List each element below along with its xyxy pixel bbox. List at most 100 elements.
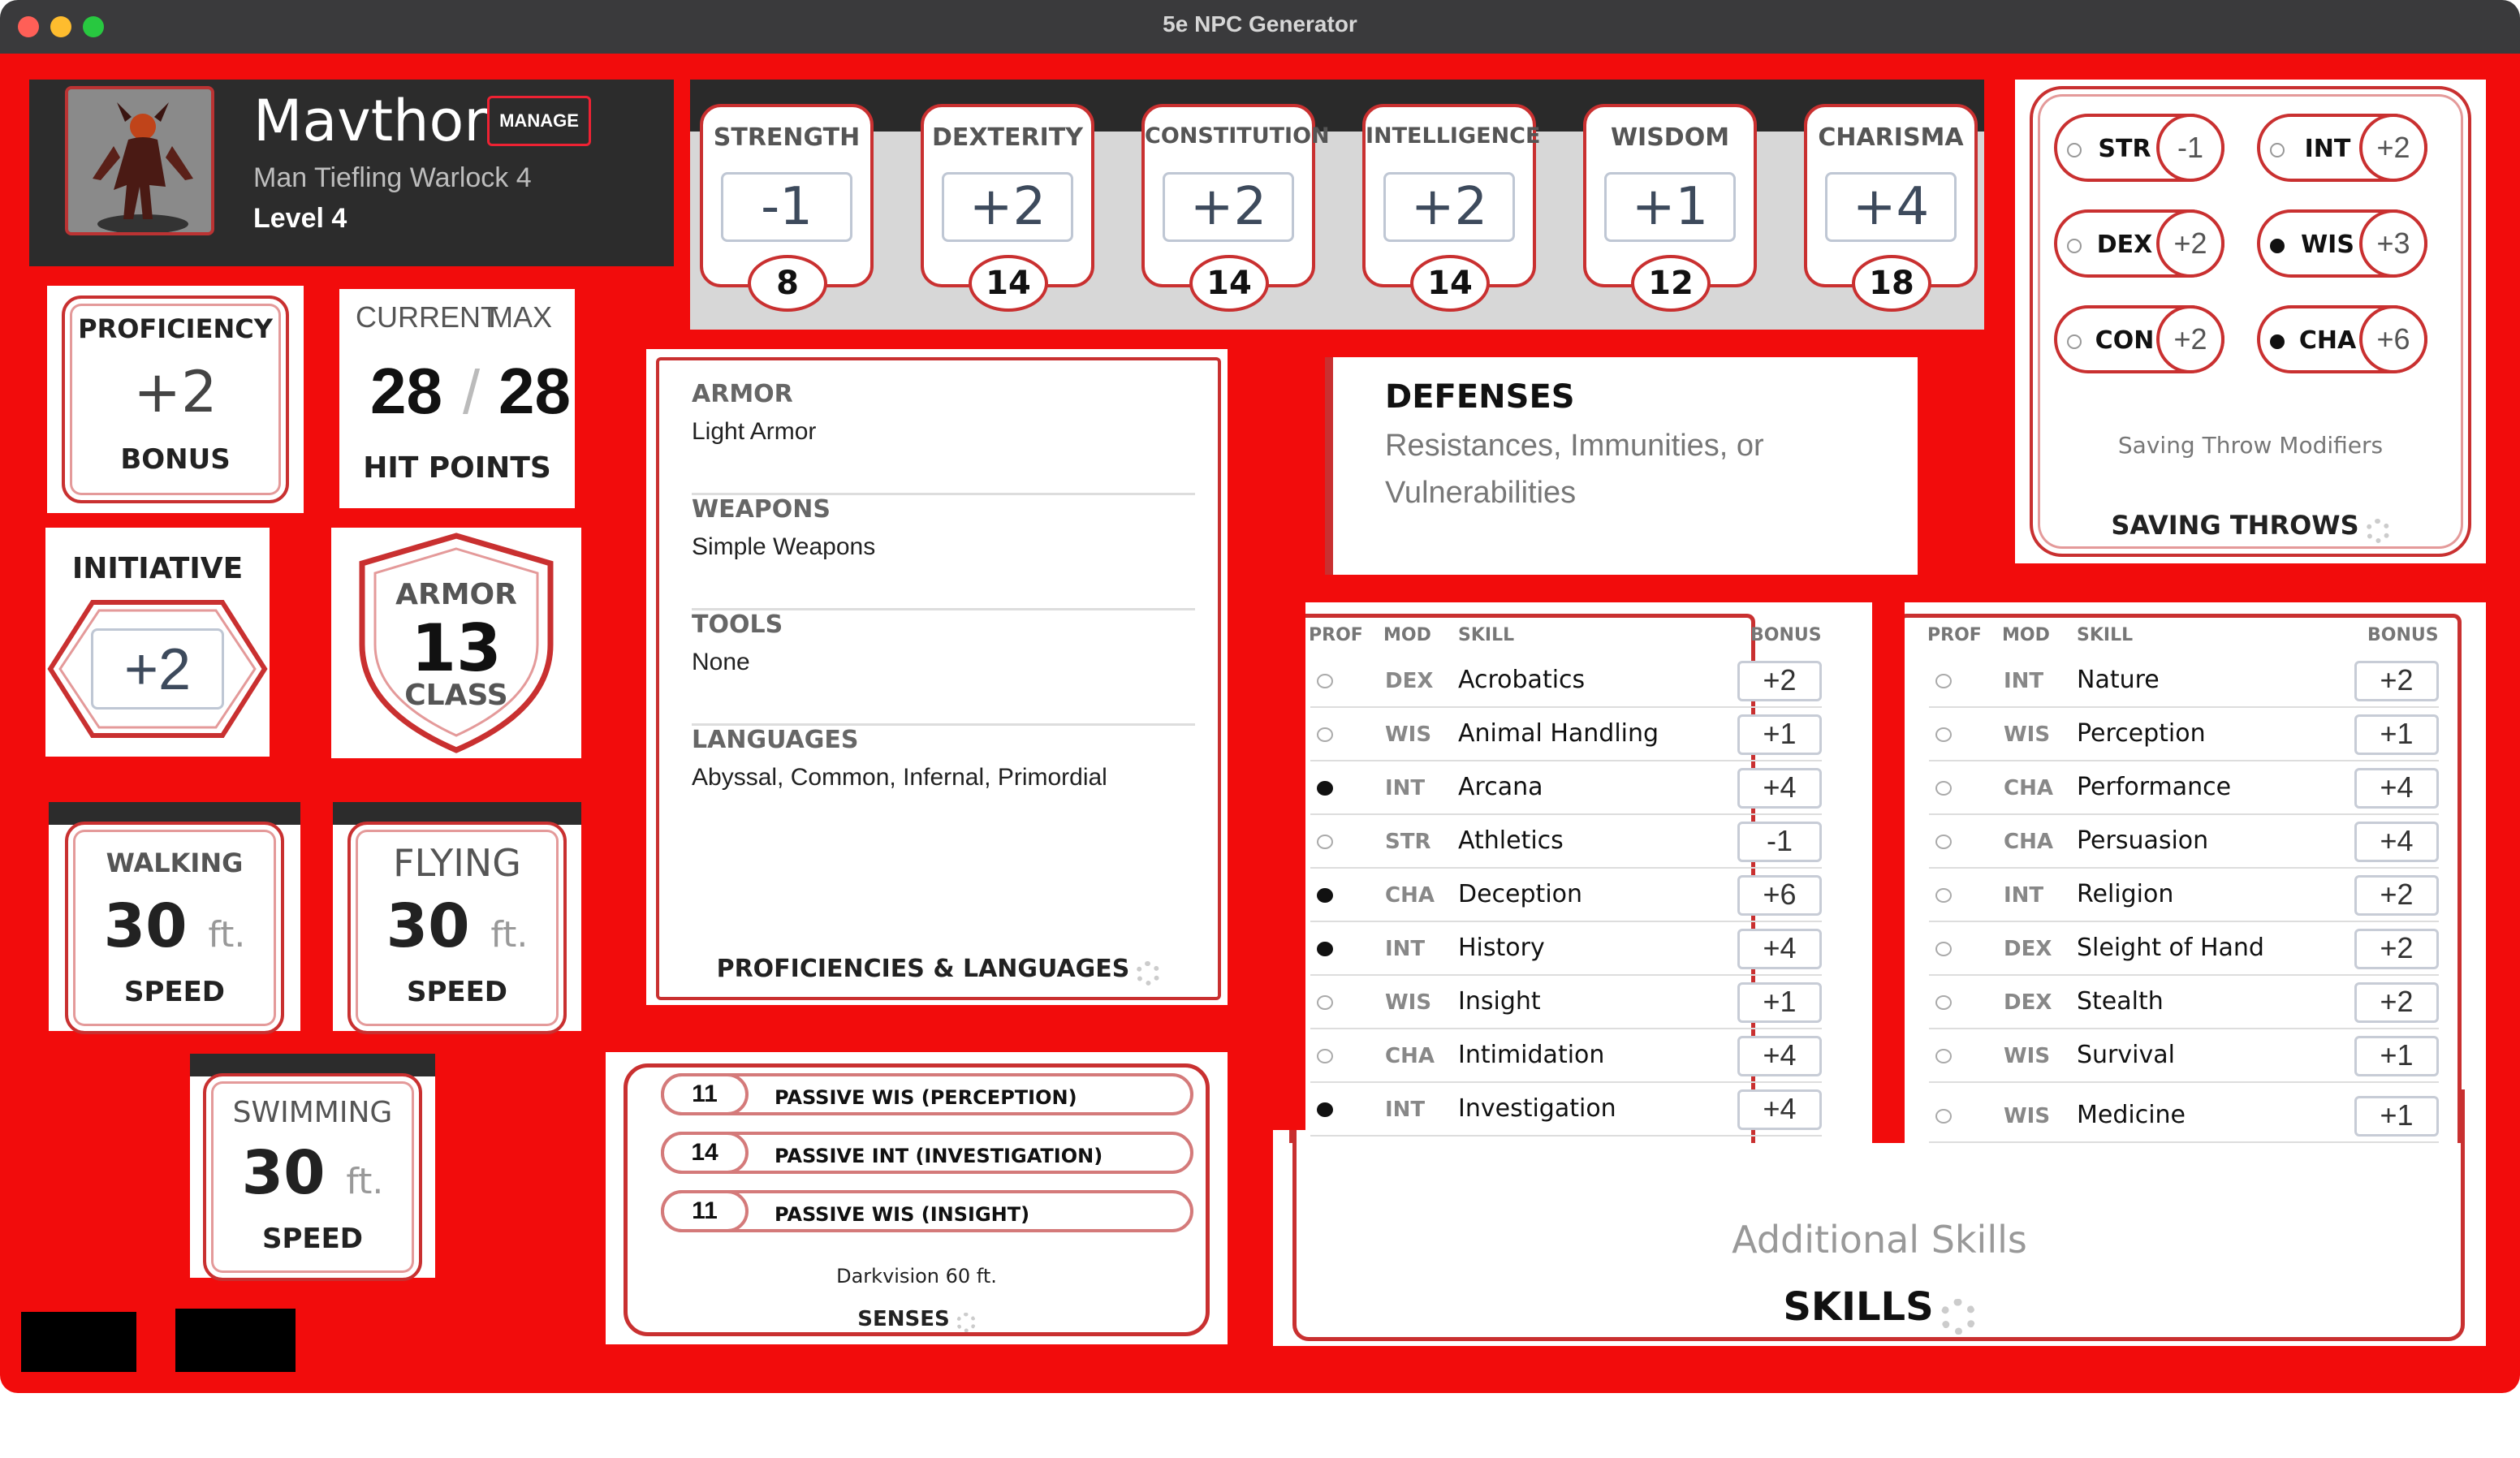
skill-bonus: +4 (2354, 768, 2439, 809)
speed-sub: SPEED (261, 1223, 364, 1255)
armor-bottom-label: CLASS (404, 679, 508, 712)
skills-left-edge (1273, 602, 1305, 1130)
speed-value-row: 30 ft. (190, 1138, 435, 1208)
skill-row[interactable]: DEX Stealth +2 (1929, 976, 2439, 1029)
skill-row[interactable]: CHA Persuasion +4 (1929, 815, 2439, 869)
save-dex[interactable]: DEX +2 (2054, 209, 2224, 278)
prof-armor: ARMOR Light Armor (692, 380, 1195, 495)
skill-mod: DEX (2004, 990, 2052, 1015)
skill-name: Persuasion (2077, 826, 2209, 855)
window-title: 5e NPC Generator (1163, 11, 1357, 37)
empty-dot-icon[interactable] (1317, 835, 1333, 849)
skill-row[interactable]: CHA Performance +4 (1929, 761, 2439, 815)
skill-mod: CHA (1385, 883, 1435, 908)
skill-name: Religion (2077, 880, 2174, 908)
empty-dot-icon[interactable] (1317, 727, 1333, 742)
empty-dot-icon[interactable] (1935, 727, 1952, 742)
passive-value: 14 (661, 1132, 749, 1174)
skill-row[interactable]: WIS Insight +1 (1310, 976, 1822, 1029)
skill-row[interactable]: WIS Medicine +1 (1929, 1089, 2439, 1143)
empty-dot-icon[interactable] (1317, 995, 1333, 1010)
prof-value: None (692, 649, 750, 675)
speed-unit: ft. (490, 914, 529, 955)
skill-row[interactable]: WIS Survival +1 (1929, 1029, 2439, 1083)
skill-bonus: +4 (1737, 1089, 1822, 1130)
skill-name: Animal Handling (1458, 719, 1659, 748)
save-cha[interactable]: CHA +6 (2257, 305, 2427, 373)
bottom-button-1[interactable] (21, 1312, 136, 1372)
skill-name: Deception (1458, 880, 1583, 908)
filled-dot-icon (2270, 239, 2285, 253)
ability-wisdom[interactable]: WISDOM +1 12 (1583, 104, 1757, 312)
ability-modifier: +2 (942, 172, 1073, 242)
gear-icon[interactable] (2365, 518, 2390, 543)
armor-top-label: ARMOR (395, 578, 517, 611)
ability-dexterity[interactable]: DEXTERITY +2 14 (921, 104, 1094, 312)
prof-value: Simple Weapons (692, 533, 876, 560)
ability-score: 14 (1189, 255, 1269, 312)
gear-icon[interactable] (1136, 960, 1161, 986)
skill-row[interactable]: INT Nature +2 (1929, 654, 2439, 708)
gear-icon[interactable] (956, 1312, 976, 1332)
save-wis[interactable]: WIS +3 (2257, 209, 2427, 278)
skills-header-bonus: BONUS (1750, 625, 1822, 645)
ability-constitution[interactable]: CONSTITUTION +2 14 (1141, 104, 1330, 312)
empty-dot-icon[interactable] (1935, 674, 1952, 688)
skill-row[interactable]: DEX Acrobatics +2 (1310, 654, 1822, 708)
ability-charisma[interactable]: CHARISMA +4 18 (1804, 104, 1978, 312)
skill-mod: INT (1385, 776, 1426, 800)
skill-row[interactable]: DEX Sleight of Hand +2 (1929, 922, 2439, 976)
empty-dot-icon[interactable] (1935, 835, 1952, 849)
speed-title: FLYING (393, 841, 521, 885)
empty-dot-icon[interactable] (1935, 995, 1952, 1010)
filled-dot-icon[interactable] (1317, 781, 1333, 796)
save-str[interactable]: STR -1 (2054, 114, 2224, 182)
skill-row[interactable]: WIS Animal Handling +1 (1310, 708, 1822, 761)
passive-label: PASSIVE INT (INVESTIGATION) (775, 1145, 1103, 1167)
bottom-button-2[interactable] (175, 1309, 296, 1372)
ability-name: CHARISMA (1818, 123, 1964, 152)
filled-dot-icon[interactable] (1317, 1102, 1333, 1117)
ability-intelligence[interactable]: INTELLIGENCE +2 14 (1362, 104, 1540, 312)
skill-mod: INT (2004, 669, 2044, 693)
skill-bonus: +1 (2354, 1096, 2439, 1137)
passive-label: PASSIVE WIS (PERCEPTION) (775, 1086, 1077, 1109)
ability-modifier: +4 (1825, 172, 1957, 242)
empty-dot-icon[interactable] (1935, 1109, 1952, 1124)
empty-dot-icon (2270, 143, 2285, 157)
skill-row[interactable]: WIS Perception +1 (1929, 708, 2439, 761)
skill-row[interactable]: CHA Intimidation +4 (1310, 1029, 1822, 1083)
empty-dot-icon[interactable] (1935, 1049, 1952, 1063)
manage-button[interactable]: MANAGE (487, 96, 591, 146)
save-bonus: +2 (2156, 209, 2224, 278)
save-con[interactable]: CON +2 (2054, 305, 2224, 373)
gear-icon[interactable] (1940, 1298, 1976, 1335)
defenses-title: DEFENSES (1385, 378, 1575, 416)
save-int[interactable]: INT +2 (2257, 114, 2427, 182)
skills-header-bonus: BONUS (2367, 625, 2439, 645)
ability-modifier: +2 (1383, 172, 1515, 242)
empty-dot-icon[interactable] (1935, 781, 1952, 796)
skill-row[interactable]: INT History +4 (1310, 922, 1822, 976)
skill-name: Insight (1458, 987, 1541, 1016)
ability-strength[interactable]: STRENGTH -1 8 (700, 104, 874, 312)
character-avatar[interactable] (65, 86, 214, 235)
skill-row[interactable]: INT Religion +2 (1929, 869, 2439, 922)
skill-row[interactable]: STR Athletics -1 (1310, 815, 1822, 869)
filled-dot-icon[interactable] (1317, 942, 1333, 956)
skill-bonus: +2 (2354, 929, 2439, 969)
empty-dot-icon[interactable] (1935, 942, 1952, 956)
skill-row[interactable]: INT Arcana +4 (1310, 761, 1822, 815)
hp-current[interactable]: 28 (370, 354, 442, 429)
skill-row[interactable]: CHA Deception +6 (1310, 869, 1822, 922)
filled-dot-icon[interactable] (1317, 888, 1333, 903)
speed-sub: SPEED (406, 976, 508, 1008)
speed-unit: ft. (208, 914, 246, 955)
skill-bonus: +1 (2354, 714, 2439, 755)
empty-dot-icon[interactable] (1935, 888, 1952, 903)
empty-dot-icon[interactable] (1317, 1049, 1333, 1063)
skill-row[interactable]: INT Investigation +4 (1310, 1083, 1822, 1137)
hit-points-card[interactable]: CURRENT MAX 28 / 28 HIT POINTS (339, 289, 575, 508)
empty-dot-icon[interactable] (1317, 674, 1333, 688)
additional-skills-label[interactable]: Additional Skills (1273, 1218, 2486, 1262)
